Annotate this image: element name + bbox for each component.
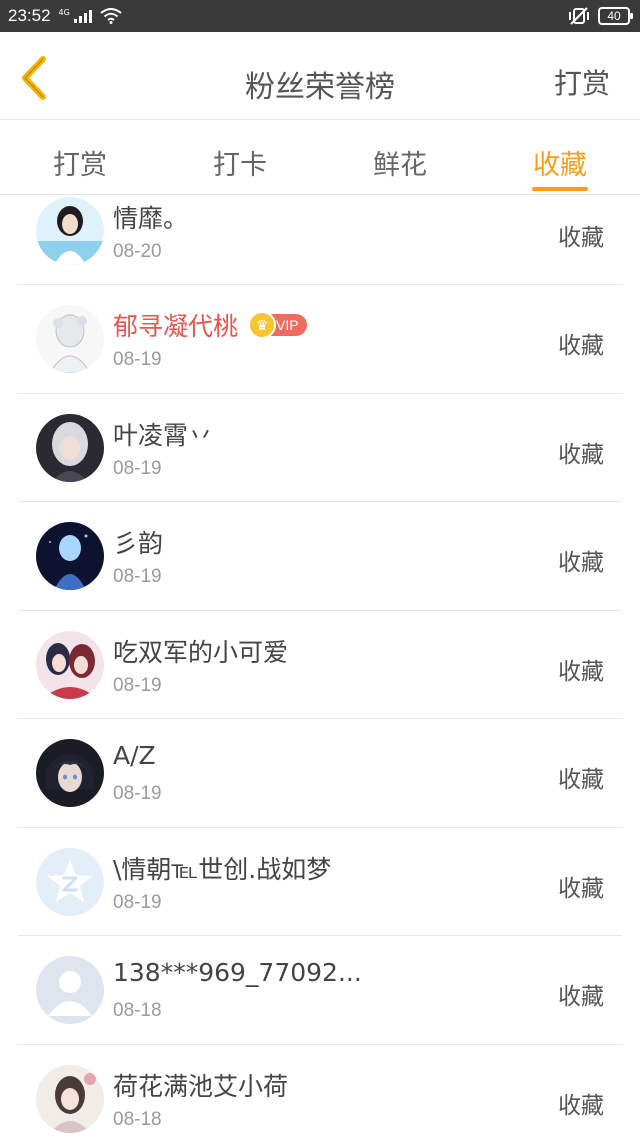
favorite-label: 收藏	[558, 1092, 604, 1119]
status-right: 40	[568, 7, 633, 25]
list-item[interactable]: 情靡。 08-20 收藏	[18, 196, 622, 285]
tab-bar: 打赏 打卡 鲜花 收藏	[0, 121, 640, 195]
date: 08-19	[113, 349, 162, 370]
user-name: 彡韵	[113, 529, 164, 558]
tab-flowers[interactable]: 鲜花	[320, 121, 480, 194]
star-logo-icon	[36, 847, 104, 916]
reward-button[interactable]: 打赏	[554, 62, 610, 102]
default-user-icon	[36, 956, 104, 1024]
favorite-label: 收藏	[558, 767, 604, 793]
favorite-label: 收藏	[558, 550, 604, 576]
tab-reward[interactable]: 打赏	[0, 121, 160, 194]
date: 08-19	[113, 783, 162, 804]
fan-list: 情靡。 08-20 收藏 郁寻凝代桃 ♛ VIP 08-19 收藏 叶凌霄丷 0…	[18, 196, 622, 1138]
user-name: 郁寻凝代桃 ♛ VIP	[113, 307, 307, 343]
user-name-text: 郁寻凝代桃	[113, 312, 239, 341]
list-item[interactable]: A/Z 08-19 收藏	[18, 719, 622, 828]
user-name: A/Z	[113, 741, 156, 770]
user-name: 情靡。	[113, 204, 189, 233]
header: 粉丝荣誉榜 打赏	[0, 32, 640, 120]
date: 08-19	[113, 457, 162, 479]
favorite-label: 收藏	[558, 225, 604, 251]
avatar	[36, 305, 104, 373]
list-item[interactable]: 叶凌霄丷 08-19 收藏	[18, 394, 622, 502]
status-left: 23:52 4G	[8, 6, 122, 26]
date: 08-20	[113, 241, 162, 262]
vip-badge: ♛ VIP	[248, 311, 307, 339]
battery-icon: 40	[598, 7, 633, 25]
avatar	[36, 413, 104, 482]
avatar	[36, 739, 104, 807]
tab-checkin[interactable]: 打卡	[160, 121, 320, 194]
vibrate-mute-icon	[569, 7, 589, 25]
tab-label: 打卡	[213, 150, 267, 181]
date: 08-18	[113, 1000, 162, 1021]
vip-label: VIP	[276, 317, 299, 333]
user-name: \情朝℡世创.战如梦	[113, 854, 332, 884]
status-time: 23:52	[8, 6, 51, 25]
favorite-label: 收藏	[558, 658, 604, 685]
avatar	[36, 1064, 104, 1133]
user-name: 138***969_77092...	[113, 958, 362, 987]
avatar	[36, 956, 104, 1024]
avatar	[36, 522, 104, 590]
tab-label: 鲜花	[373, 150, 427, 181]
list-item[interactable]: 138***969_77092... 08-18 收藏	[18, 936, 622, 1045]
active-tab-indicator	[532, 187, 588, 191]
favorite-label: 收藏	[558, 984, 604, 1010]
favorite-label: 收藏	[558, 333, 604, 359]
tab-label: 收藏	[533, 150, 587, 181]
avatar	[36, 197, 104, 265]
signal-icon	[73, 9, 92, 23]
list-item[interactable]: 吃双军的小可爱 08-19 收藏	[18, 611, 622, 719]
tab-favorites[interactable]: 收藏	[480, 121, 640, 194]
list-item[interactable]: 郁寻凝代桃 ♛ VIP 08-19 收藏	[18, 285, 622, 394]
page-title: 粉丝荣誉榜	[245, 70, 395, 105]
user-name: 荷花满池艾小荷	[113, 1071, 289, 1101]
date: 08-18	[113, 1108, 162, 1130]
avatar	[36, 630, 104, 699]
date: 08-19	[113, 891, 162, 913]
list-item[interactable]: 荷花满池艾小荷 08-18 收藏	[18, 1045, 622, 1138]
tab-label: 打赏	[53, 150, 107, 181]
user-name: 吃双军的小可爱	[113, 637, 289, 667]
crown-icon: ♛	[248, 311, 277, 339]
status-bar: 23:52 4G 40	[0, 0, 640, 32]
avatar	[36, 847, 104, 916]
list-item[interactable]: \情朝℡世创.战如梦 08-19 收藏	[18, 828, 622, 936]
list-item[interactable]: 彡韵 08-19 收藏	[18, 502, 622, 611]
network-type: 4G	[58, 7, 70, 17]
user-name: 叶凌霄丷	[113, 420, 214, 450]
wifi-icon	[100, 8, 122, 24]
date: 08-19	[113, 566, 162, 587]
date: 08-19	[113, 674, 162, 696]
favorite-label: 收藏	[558, 875, 604, 902]
favorite-label: 收藏	[558, 441, 604, 468]
